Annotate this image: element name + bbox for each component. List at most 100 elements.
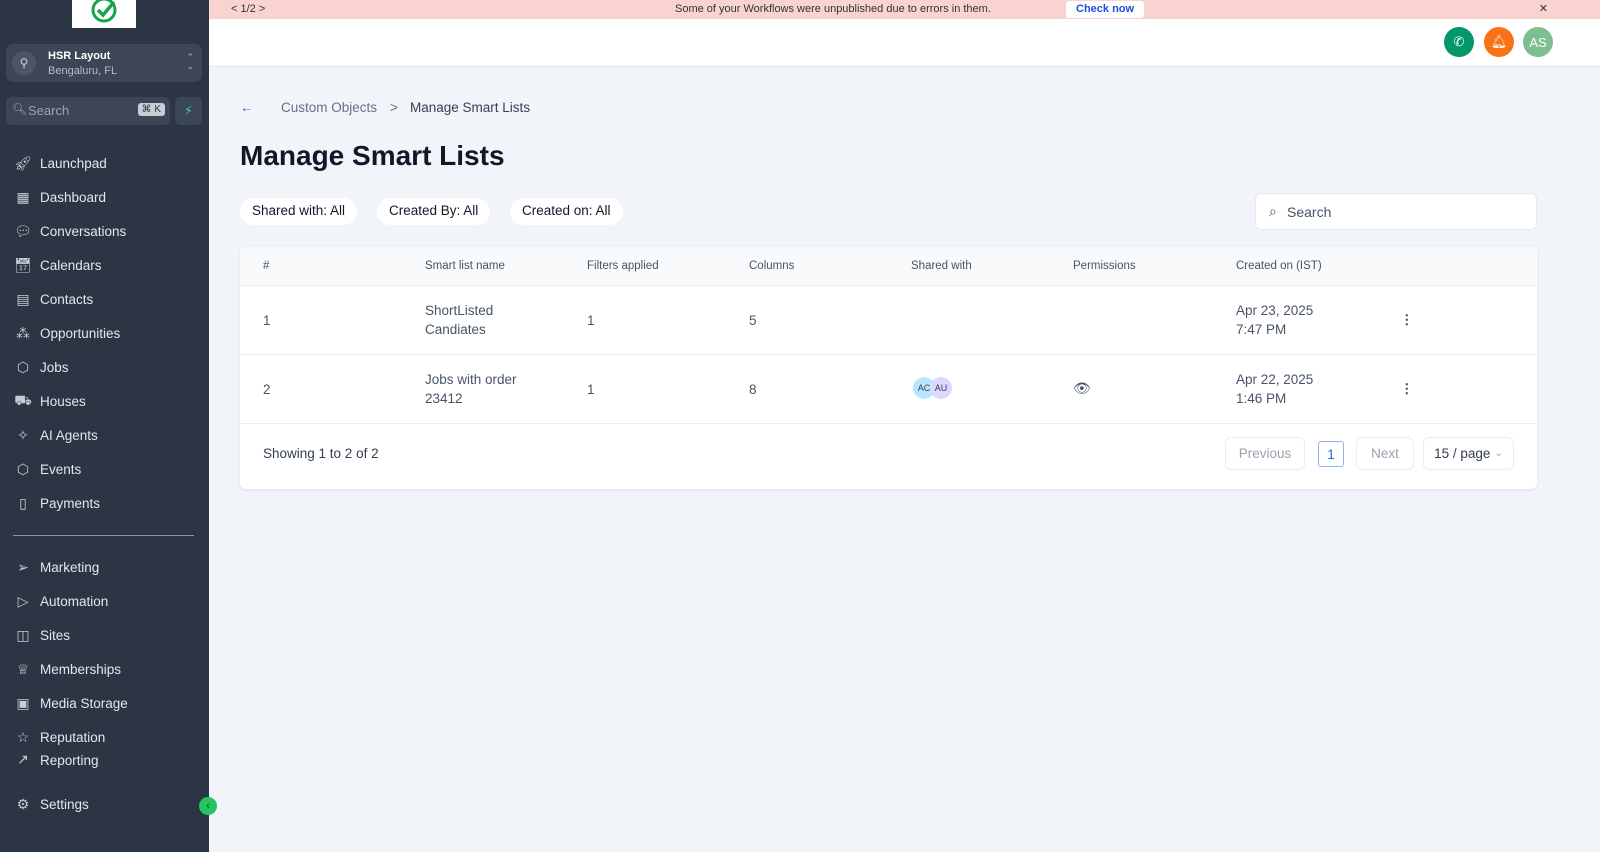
contacts-icon: ▤ (16, 290, 30, 307)
sidebar-item-label: Contacts (40, 291, 94, 307)
location-switcher[interactable]: ⚲ HSR Layout Bengaluru, FL ⌃ ⌄ (6, 44, 202, 82)
image-icon: ▣ (16, 694, 30, 711)
sidebar-item-label: Memberships (40, 661, 122, 677)
col-created: Created on (IST) (1236, 260, 1322, 272)
globe-icon: ◫ (16, 626, 30, 643)
collapse-sidebar-button[interactable]: ‹ (199, 797, 217, 815)
phone-button[interactable]: ✆ (1444, 27, 1474, 57)
search-placeholder: Search (28, 103, 70, 118)
table-row[interactable]: 1 ShortListed Candiates 1 5 Apr 23, 2025 7… (240, 286, 1537, 355)
sidebar-item-jobs[interactable]: ⬡ Jobs (0, 350, 209, 384)
sidebar-item-marketing[interactable]: ➢ Marketing (0, 550, 209, 584)
filter-created-on[interactable]: Created on: All (510, 198, 623, 225)
sidebar-item-contacts[interactable]: ▤ Contacts (0, 282, 209, 316)
chevron-updown-icon: ⌃ ⌄ (186, 52, 194, 71)
banner-message: Some of your Workflows were unpublished … (675, 3, 991, 15)
sidebar-item-opportunities[interactable]: ⁂ Opportunities (0, 316, 209, 350)
chevron-left-icon: ‹ (206, 800, 210, 812)
check-logo-icon (91, 0, 117, 23)
sidebar-item-settings[interactable]: ⚙ Settings (0, 787, 209, 821)
sidebar-item-sites[interactable]: ◫ Sites (0, 618, 209, 652)
pagination-summary: Showing 1 to 2 of 2 (263, 446, 379, 461)
smart-list-name[interactable]: Jobs with order 23412 (425, 370, 517, 408)
sidebar-item-reporting[interactable]: ↗ Reporting (0, 754, 209, 768)
col-filters: Filters applied (587, 260, 659, 272)
filter-created-by[interactable]: Created By: All (377, 198, 491, 225)
star-icon: ☆ (16, 728, 30, 745)
close-icon[interactable]: ✕ (1539, 3, 1548, 16)
col-name: Smart list name (425, 260, 505, 272)
search-icon: ⌕ (1269, 203, 1277, 219)
sidebar-item-automation[interactable]: ▷ Automation (0, 584, 209, 618)
smart-list-name[interactable]: ShortListed Candiates (425, 301, 493, 339)
created-on: Apr 22, 2025 1:46 PM (1236, 370, 1313, 408)
sidebar-item-calendars[interactable]: 📅︎ Calendars (0, 248, 209, 282)
sidebar-item-label: Reputation (40, 729, 106, 745)
sidebar-item-reputation[interactable]: ☆ Reputation (0, 720, 209, 754)
created-date: Apr 23, 2025 (1236, 303, 1314, 318)
banner-pager[interactable]: < 1/2 > (231, 3, 265, 16)
sidebar-item-label: Reporting (40, 754, 99, 768)
name-line: Candiates (425, 322, 486, 337)
page-title: Manage Smart Lists (240, 140, 505, 171)
created-date: Apr 22, 2025 (1236, 372, 1314, 387)
quick-action-button[interactable]: ⚡︎ (175, 97, 202, 125)
sidebar-item-conversations[interactable]: 💬︎ Conversations (0, 214, 209, 248)
sidebar-item-payments[interactable]: ▯ Payments (0, 486, 209, 520)
sidebar-item-label: Settings (40, 796, 89, 812)
name-line: ShortListed (425, 303, 494, 318)
sidebar-item-label: Sites (40, 627, 71, 643)
created-on: Apr 23, 2025 7:47 PM (1236, 301, 1313, 339)
sidebar-item-label: AI Agents (40, 427, 98, 443)
name-line: Jobs with order (425, 372, 517, 387)
sidebar-item-label: Dashboard (40, 189, 107, 205)
breadcrumb-separator: > (390, 100, 398, 115)
previous-button[interactable]: Previous (1225, 437, 1305, 470)
sidebar-item-label: Launchpad (40, 155, 107, 171)
box-icon: ⬡ (16, 460, 30, 477)
location-icon: ⚲ (12, 51, 36, 75)
filter-shared-with[interactable]: Shared with: All (240, 198, 358, 225)
sidebar-item-label: Opportunities (40, 325, 121, 341)
sidebar-item-dashboard[interactable]: ▦ Dashboard (0, 180, 209, 214)
car-icon: ⛟ (14, 391, 32, 408)
sidebar-item-media-storage[interactable]: ▣ Media Storage (0, 686, 209, 720)
error-banner: < 1/2 > Some of your Workflows were unpu… (209, 0, 1600, 19)
award-icon: ♕ (16, 660, 30, 677)
table-row[interactable]: 2 Jobs with order 23412 1 8 AC AU 👁︎ Apr 2… (240, 355, 1537, 424)
chevron-down-icon: ⌄ (1494, 448, 1503, 459)
shared-user-avatar[interactable]: AU (930, 377, 952, 399)
eye-icon[interactable]: 👁︎ (1073, 379, 1091, 398)
created-time: 7:47 PM (1236, 322, 1287, 337)
notifications-button[interactable]: 🔔︎ (1484, 27, 1514, 57)
bell-icon: 🔔︎ (1490, 34, 1508, 49)
next-button[interactable]: Next (1356, 437, 1414, 470)
filters-count: 1 (587, 313, 595, 328)
sidebar-item-memberships[interactable]: ♕ Memberships (0, 652, 209, 686)
sidebar-search[interactable]: 🔍︎ Search ⌘ K (6, 97, 170, 125)
network-icon: ⁂ (16, 324, 30, 341)
more-options-icon[interactable]: ⋮ (1400, 379, 1414, 398)
search-input[interactable]: ⌕ Search (1255, 193, 1537, 230)
gear-icon: ⚙ (16, 795, 30, 812)
page-1-button[interactable]: 1 (1318, 441, 1344, 467)
sidebar-item-houses[interactable]: ⛟ Houses (0, 384, 209, 418)
check-now-button[interactable]: Check now (1066, 1, 1145, 18)
sidebar-item-label: Calendars (40, 257, 102, 273)
sidebar-item-label: Events (40, 461, 82, 477)
location-name: HSR Layout (48, 50, 111, 62)
sidebar-divider (13, 535, 194, 536)
sidebar-item-ai-agents[interactable]: ✧ AI Agents (0, 418, 209, 452)
sidebar-item-events[interactable]: ⬡ Events (0, 452, 209, 486)
more-options-icon[interactable]: ⋮ (1400, 310, 1414, 329)
sidebar: ⚲ HSR Layout Bengaluru, FL ⌃ ⌄ 🔍︎ Search … (0, 0, 217, 852)
back-arrow-icon[interactable]: ← (240, 100, 254, 115)
page-size-select[interactable]: 15 / page ⌄ (1423, 437, 1514, 470)
breadcrumb-parent[interactable]: Custom Objects (281, 100, 377, 115)
table-header: # Smart list name Filters applied Column… (240, 247, 1537, 286)
sidebar-item-label: Media Storage (40, 695, 128, 711)
sidebar-item-launchpad[interactable]: 🚀︎ Launchpad (0, 146, 209, 180)
sidebar-item-label: Jobs (40, 359, 69, 375)
avatar[interactable]: AS (1523, 27, 1553, 57)
page-size-value: 15 / page (1434, 446, 1491, 461)
